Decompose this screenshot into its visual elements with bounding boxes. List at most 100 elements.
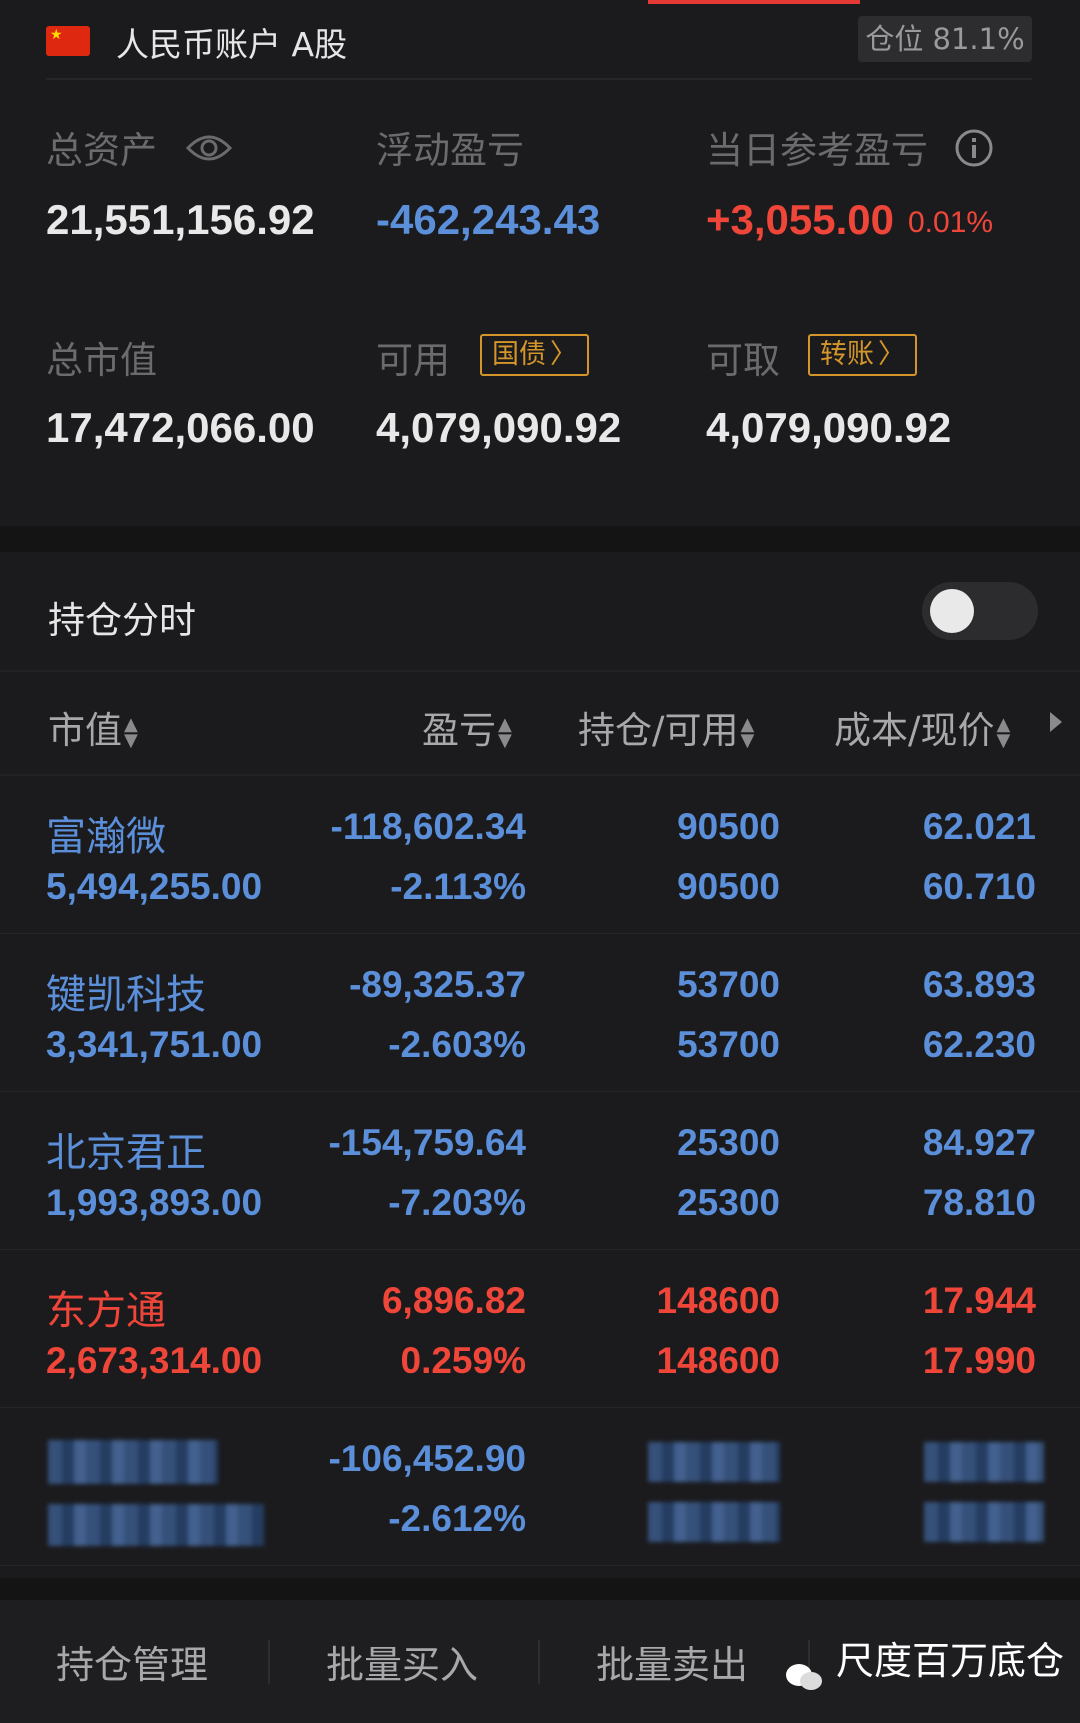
redacted-holding [648,1442,780,1482]
table-row[interactable]: 键凯科技 3,341,751.00 -89,325.37 -2.603% 53700 53… [0,934,1080,1092]
total-assets-value: 21,551,156.92 [46,196,315,243]
stock-holding: 148600 [656,1280,780,1321]
divider [0,670,1080,672]
account-title[interactable]: 人民币账户 A股 [116,18,347,66]
bottom-toolbar: 持仓管理 批量买入 批量卖出 尺度百万底仓 [0,1578,1080,1723]
wechat-icon [786,1664,822,1690]
stock-profit-loss: -89,325.37 [349,964,526,1005]
header-label: 盈亏 [422,709,496,752]
scroll-right-icon[interactable] [1050,712,1062,732]
stock-profit-loss-percent: -2.612% [388,1498,526,1539]
stock-available: 148600 [656,1340,780,1381]
stock-profit-loss: 6,896.82 [381,1280,526,1321]
stock-available: 53700 [677,1024,780,1065]
header-label: 市值 [48,709,122,752]
stock-price: 78.810 [922,1182,1036,1223]
stock-cost: 63.893 [922,964,1036,1005]
table-row[interactable]: 东方通 2,673,314.00 6,896.82 0.259% 148600 14860… [0,1250,1080,1408]
section-title: 持仓分时 [48,599,196,642]
sort-icon: ▲ ▼ [996,713,1011,751]
table-row[interactable]: -106,452.90 -2.612% [0,1408,1080,1566]
stock-name: 北京君正 [46,1130,206,1176]
stock-profit-loss: -118,602.34 [330,806,526,847]
divider [268,1640,270,1684]
daily-pl-label: 当日参考盈亏 [706,129,928,172]
stock-name: 东方通 [46,1288,166,1334]
daily-pl-value: +3,055.00 [706,196,895,243]
divider [538,1640,540,1684]
floating-pl-value: -462,243.43 [376,196,601,243]
info-icon[interactable] [954,128,994,168]
stock-holding: 53700 [677,964,780,1005]
intraday-toggle[interactable] [922,582,1038,640]
stock-profit-loss: -154,759.64 [328,1122,526,1163]
stock-name: 富瀚微 [46,814,166,860]
toggle-knob [930,589,974,633]
header-profit-loss[interactable]: 盈亏 ▲ ▼ [422,700,512,754]
header-market-value[interactable]: 市值 ▲ ▼ [48,700,138,754]
stock-cost: 17.944 [922,1280,1036,1321]
chevron-right-icon: 〉 [878,339,905,370]
available-label: 可用 [376,339,450,382]
transfer-button[interactable]: 转账〉 [808,334,917,376]
market-value-label: 总市值 [46,339,157,382]
stock-holding: 25300 [677,1122,780,1163]
bond-button-label: 国债 [492,339,546,370]
stock-cost: 62.021 [922,806,1036,847]
stock-cost: 84.927 [922,1122,1036,1163]
tab-batch-buy[interactable]: 批量买入 [326,1634,478,1689]
sort-icon: ▲ ▼ [498,713,512,751]
tab-position-management[interactable]: 持仓管理 [56,1634,208,1689]
header-label: 成本/现价 [834,709,995,752]
redacted-stock-name [48,1440,218,1484]
position-ratio-badge: 仓位 81.1% [858,16,1032,62]
withdrawable-value: 4,079,090.92 [706,404,952,451]
daily-pl-percent: 0.01% [908,206,994,239]
redacted-price [924,1502,1044,1542]
table-row[interactable]: 北京君正 1,993,893.00 -154,759.64 -7.203% 25300 2… [0,1092,1080,1250]
row-divider [0,1565,1080,1566]
sort-icon: ▲ ▼ [740,713,755,751]
stock-market-value: 1,993,893.00 [46,1182,263,1223]
table-row[interactable]: 富瀚微 5,494,255.00 -118,602.34 -2.113% 90500 90… [0,776,1080,934]
watermark-text: 尺度百万底仓 [836,1639,1065,1683]
floating-pl-label: 浮动盈亏 [376,129,524,172]
section-gap [0,526,1080,552]
sort-icon: ▲ ▼ [124,713,138,751]
stock-profit-loss: -106,452.90 [328,1438,526,1479]
stock-price: 17.990 [922,1340,1036,1381]
stock-available: 90500 [677,866,780,907]
stock-market-value: 2,673,314.00 [46,1340,263,1381]
account-header: ★ 人民币账户 A股 仓位 81.1% [0,0,1080,80]
header-holding[interactable]: 持仓/可用 ▲ ▼ [578,700,754,754]
withdrawable-label: 可取 [706,339,780,382]
stock-profit-loss-percent: -2.113% [390,866,526,907]
stock-market-value: 3,341,751.00 [46,1024,263,1065]
transfer-button-label: 转账 [820,339,874,370]
eye-icon[interactable] [186,130,232,166]
toolbar-gap [0,1578,1080,1600]
chevron-right-icon: 〉 [550,339,577,370]
total-assets-label: 总资产 [46,129,157,172]
stock-profit-loss-percent: -2.603% [388,1024,526,1065]
stock-profit-loss-percent: 0.259% [400,1340,527,1381]
redacted-market-value [48,1504,264,1546]
tab-batch-sell[interactable]: 批量卖出 [596,1634,748,1689]
available-value: 4,079,090.92 [376,404,622,451]
stock-available: 25300 [677,1182,780,1223]
market-value-value: 17,472,066.00 [46,404,315,451]
stock-profit-loss-percent: -7.203% [388,1182,526,1223]
active-indicator [648,0,860,4]
stock-price: 62.230 [922,1024,1036,1065]
stock-price: 60.710 [922,866,1036,907]
header-cost-price[interactable]: 成本/现价 ▲ ▼ [834,700,1010,754]
header-label: 持仓/可用 [578,709,739,752]
stock-name: 键凯科技 [46,972,206,1018]
redacted-available [648,1502,780,1542]
redacted-cost [924,1442,1044,1482]
bond-button[interactable]: 国债〉 [480,334,589,376]
stock-holding: 90500 [677,806,780,847]
divider [46,78,1032,80]
stock-market-value: 5,494,255.00 [46,866,263,907]
china-flag-icon: ★ [46,26,90,56]
